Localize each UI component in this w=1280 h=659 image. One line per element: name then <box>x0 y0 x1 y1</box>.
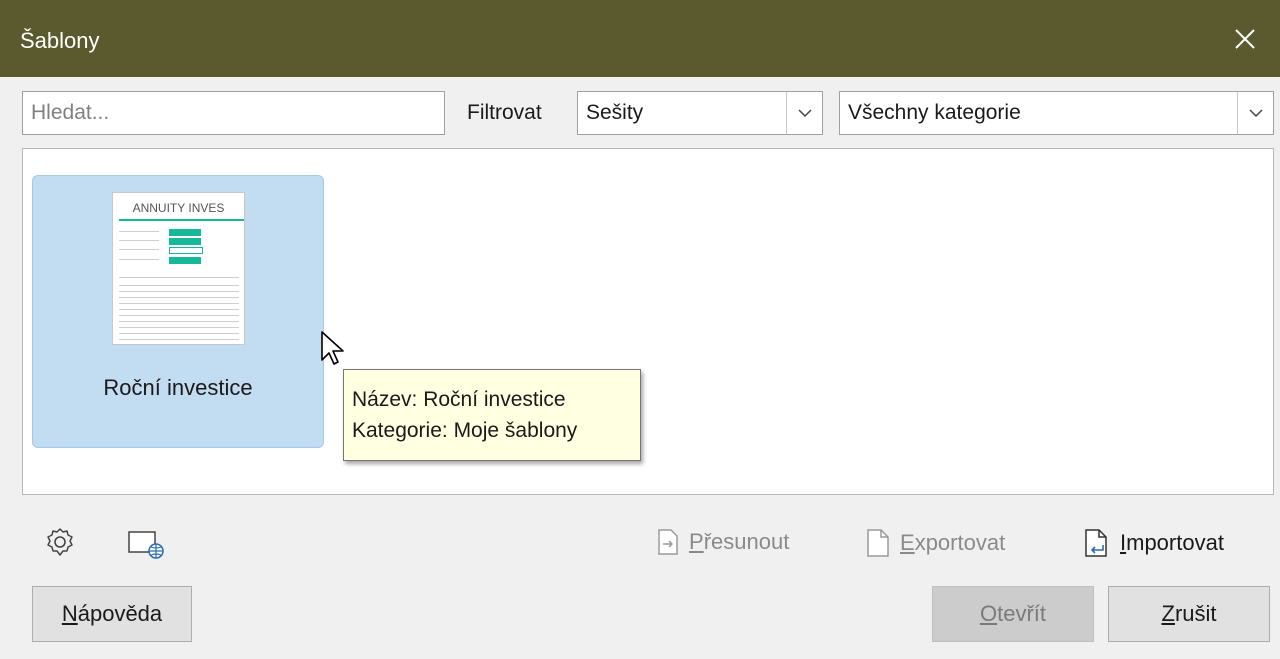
thumbnail-rule <box>119 219 244 221</box>
category-dropdown-button[interactable] <box>1237 92 1273 134</box>
export-label: Exportovat <box>900 530 1006 555</box>
globe-window-icon <box>128 531 164 559</box>
open-button[interactable]: Otevřít <box>932 586 1094 642</box>
cancel-button-label: Zrušit <box>1161 601 1217 626</box>
help-button-label: Nápověda <box>61 601 163 626</box>
thumbnail-row <box>119 321 239 322</box>
thumbnail-row <box>119 231 159 232</box>
thumbnail-row <box>119 249 159 250</box>
thumbnail-row <box>119 240 159 241</box>
thumbnail-row <box>119 277 239 278</box>
thumbnail-row <box>119 303 239 304</box>
template-item[interactable]: ANNUITY INVES Roční investice <box>32 175 324 448</box>
settings-button[interactable] <box>44 526 76 563</box>
export-document-icon <box>867 529 889 557</box>
filter-label: Filtrovat <box>467 101 542 124</box>
mouse-cursor-icon <box>321 331 344 365</box>
chevron-down-icon <box>1248 109 1263 118</box>
category-value: Všechny kategorie <box>848 101 1021 124</box>
thumbnail-row <box>119 309 239 310</box>
thumbnail-cell <box>169 247 203 254</box>
template-view[interactable]: ANNUITY INVES Roční investice <box>22 148 1274 495</box>
export-action[interactable]: Exportovat <box>866 528 1005 558</box>
thumbnail-cell <box>169 257 201 264</box>
import-action[interactable]: Importovat <box>1084 528 1224 558</box>
thumbnail-row <box>119 339 239 340</box>
chevron-down-icon <box>797 109 812 118</box>
thumbnail-row <box>119 315 239 316</box>
title-bar: Šablony <box>0 0 1280 77</box>
cancel-button[interactable]: Zrušit <box>1108 586 1270 642</box>
category-select[interactable]: Všechny kategorie <box>839 91 1274 135</box>
import-label: Importovat <box>1120 530 1224 555</box>
thumbnail-cell <box>169 229 201 236</box>
thumbnail-title: ANNUITY INVES <box>132 201 225 215</box>
close-button[interactable] <box>1210 0 1280 77</box>
search-field[interactable] <box>22 91 445 135</box>
help-button[interactable]: Nápověda <box>32 586 192 642</box>
window-title: Šablony <box>20 28 100 53</box>
thumbnail-row <box>119 291 239 292</box>
template-name: Roční investice <box>103 375 253 400</box>
tooltip-name-line: Název: Roční investice <box>352 388 566 411</box>
template-tooltip: Název: Roční investice Kategorie: Moje š… <box>343 369 641 461</box>
thumbnail-row <box>119 285 239 286</box>
tooltip-category-line: Kategorie: Moje šablony <box>352 419 578 442</box>
move-label: Přesunout <box>689 529 790 554</box>
import-document-icon <box>1085 529 1107 557</box>
document-type-value: Sešity <box>586 101 644 124</box>
online-templates-button[interactable] <box>126 526 166 565</box>
thumbnail-cell <box>169 238 201 245</box>
document-type-select[interactable]: Sešity <box>577 91 823 135</box>
search-input[interactable] <box>23 92 444 134</box>
thumbnail-row <box>119 327 239 328</box>
move-action[interactable]: Přesunout <box>657 528 789 556</box>
move-document-icon <box>658 529 678 555</box>
document-type-dropdown-button[interactable] <box>786 92 822 134</box>
thumbnail-row <box>119 333 239 334</box>
gear-icon <box>47 528 73 556</box>
thumbnail-row <box>119 297 239 298</box>
thumbnail-row <box>119 259 159 260</box>
template-thumbnail: ANNUITY INVES <box>112 192 245 345</box>
open-button-label: Otevřít <box>979 601 1047 626</box>
close-icon <box>1235 28 1255 49</box>
